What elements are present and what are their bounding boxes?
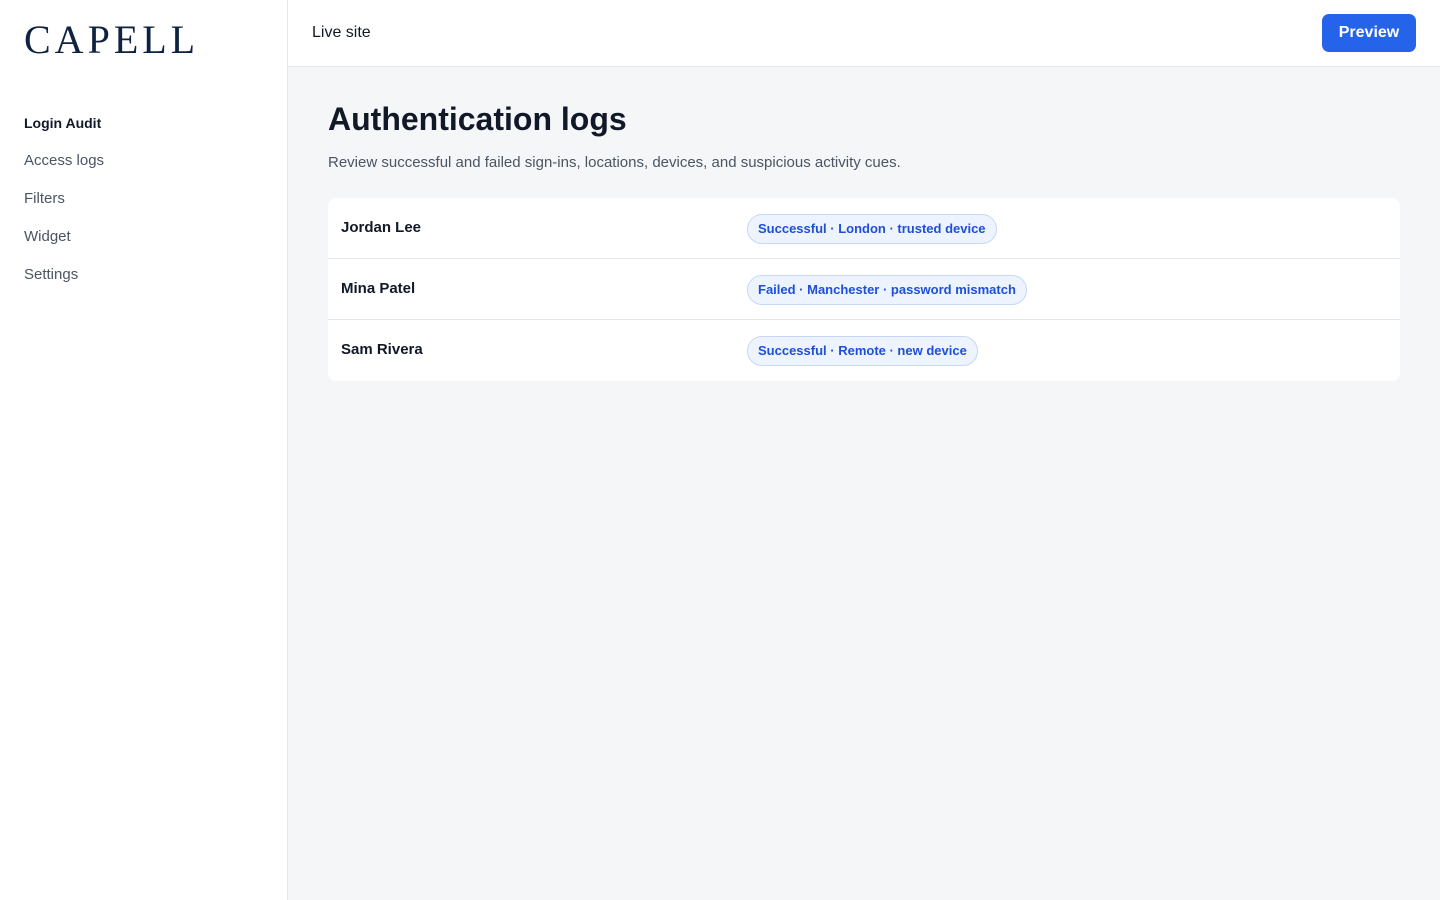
main-content: Authentication logs Review successful an…: [328, 98, 1400, 381]
table-row[interactable]: Mina Patel Failed · Manchester · passwor…: [328, 259, 1400, 320]
sidebar-item-access-logs[interactable]: Access logs: [24, 150, 104, 188]
table-row[interactable]: Sam Rivera Successful · Remote · new dev…: [328, 320, 1400, 381]
user-name: Mina Patel: [341, 280, 416, 297]
preview-button[interactable]: Preview: [1322, 14, 1416, 52]
sidebar-nav: Login Audit Access logs Filters Widget S…: [24, 112, 104, 302]
user-name: Jordan Lee: [341, 219, 422, 236]
brand-logo[interactable]: CAPELL: [24, 18, 199, 62]
table-row[interactable]: Jordan Lee Successful · London · trusted…: [328, 198, 1400, 259]
status-badge: Successful · London · trusted device: [747, 214, 997, 244]
sidebar: CAPELL Login Audit Access logs Filters W…: [0, 0, 288, 900]
sidebar-item-filters[interactable]: Filters: [24, 188, 104, 226]
sidebar-item-widget[interactable]: Widget: [24, 226, 104, 264]
sidebar-item-login-audit[interactable]: Login Audit: [24, 112, 104, 150]
page-subtitle: Review successful and failed sign-ins, l…: [328, 154, 901, 171]
sidebar-item-settings[interactable]: Settings: [24, 264, 104, 302]
status-badge: Successful · Remote · new device: [747, 336, 978, 366]
status-badge: Failed · Manchester · password mismatch: [747, 275, 1027, 305]
top-bar: Live site Preview: [288, 0, 1440, 67]
live-site-link[interactable]: Live site: [312, 23, 371, 43]
user-name: Sam Rivera: [341, 341, 423, 358]
auth-log-table: Jordan Lee Successful · London · trusted…: [328, 198, 1400, 381]
page-title: Authentication logs: [328, 101, 627, 137]
